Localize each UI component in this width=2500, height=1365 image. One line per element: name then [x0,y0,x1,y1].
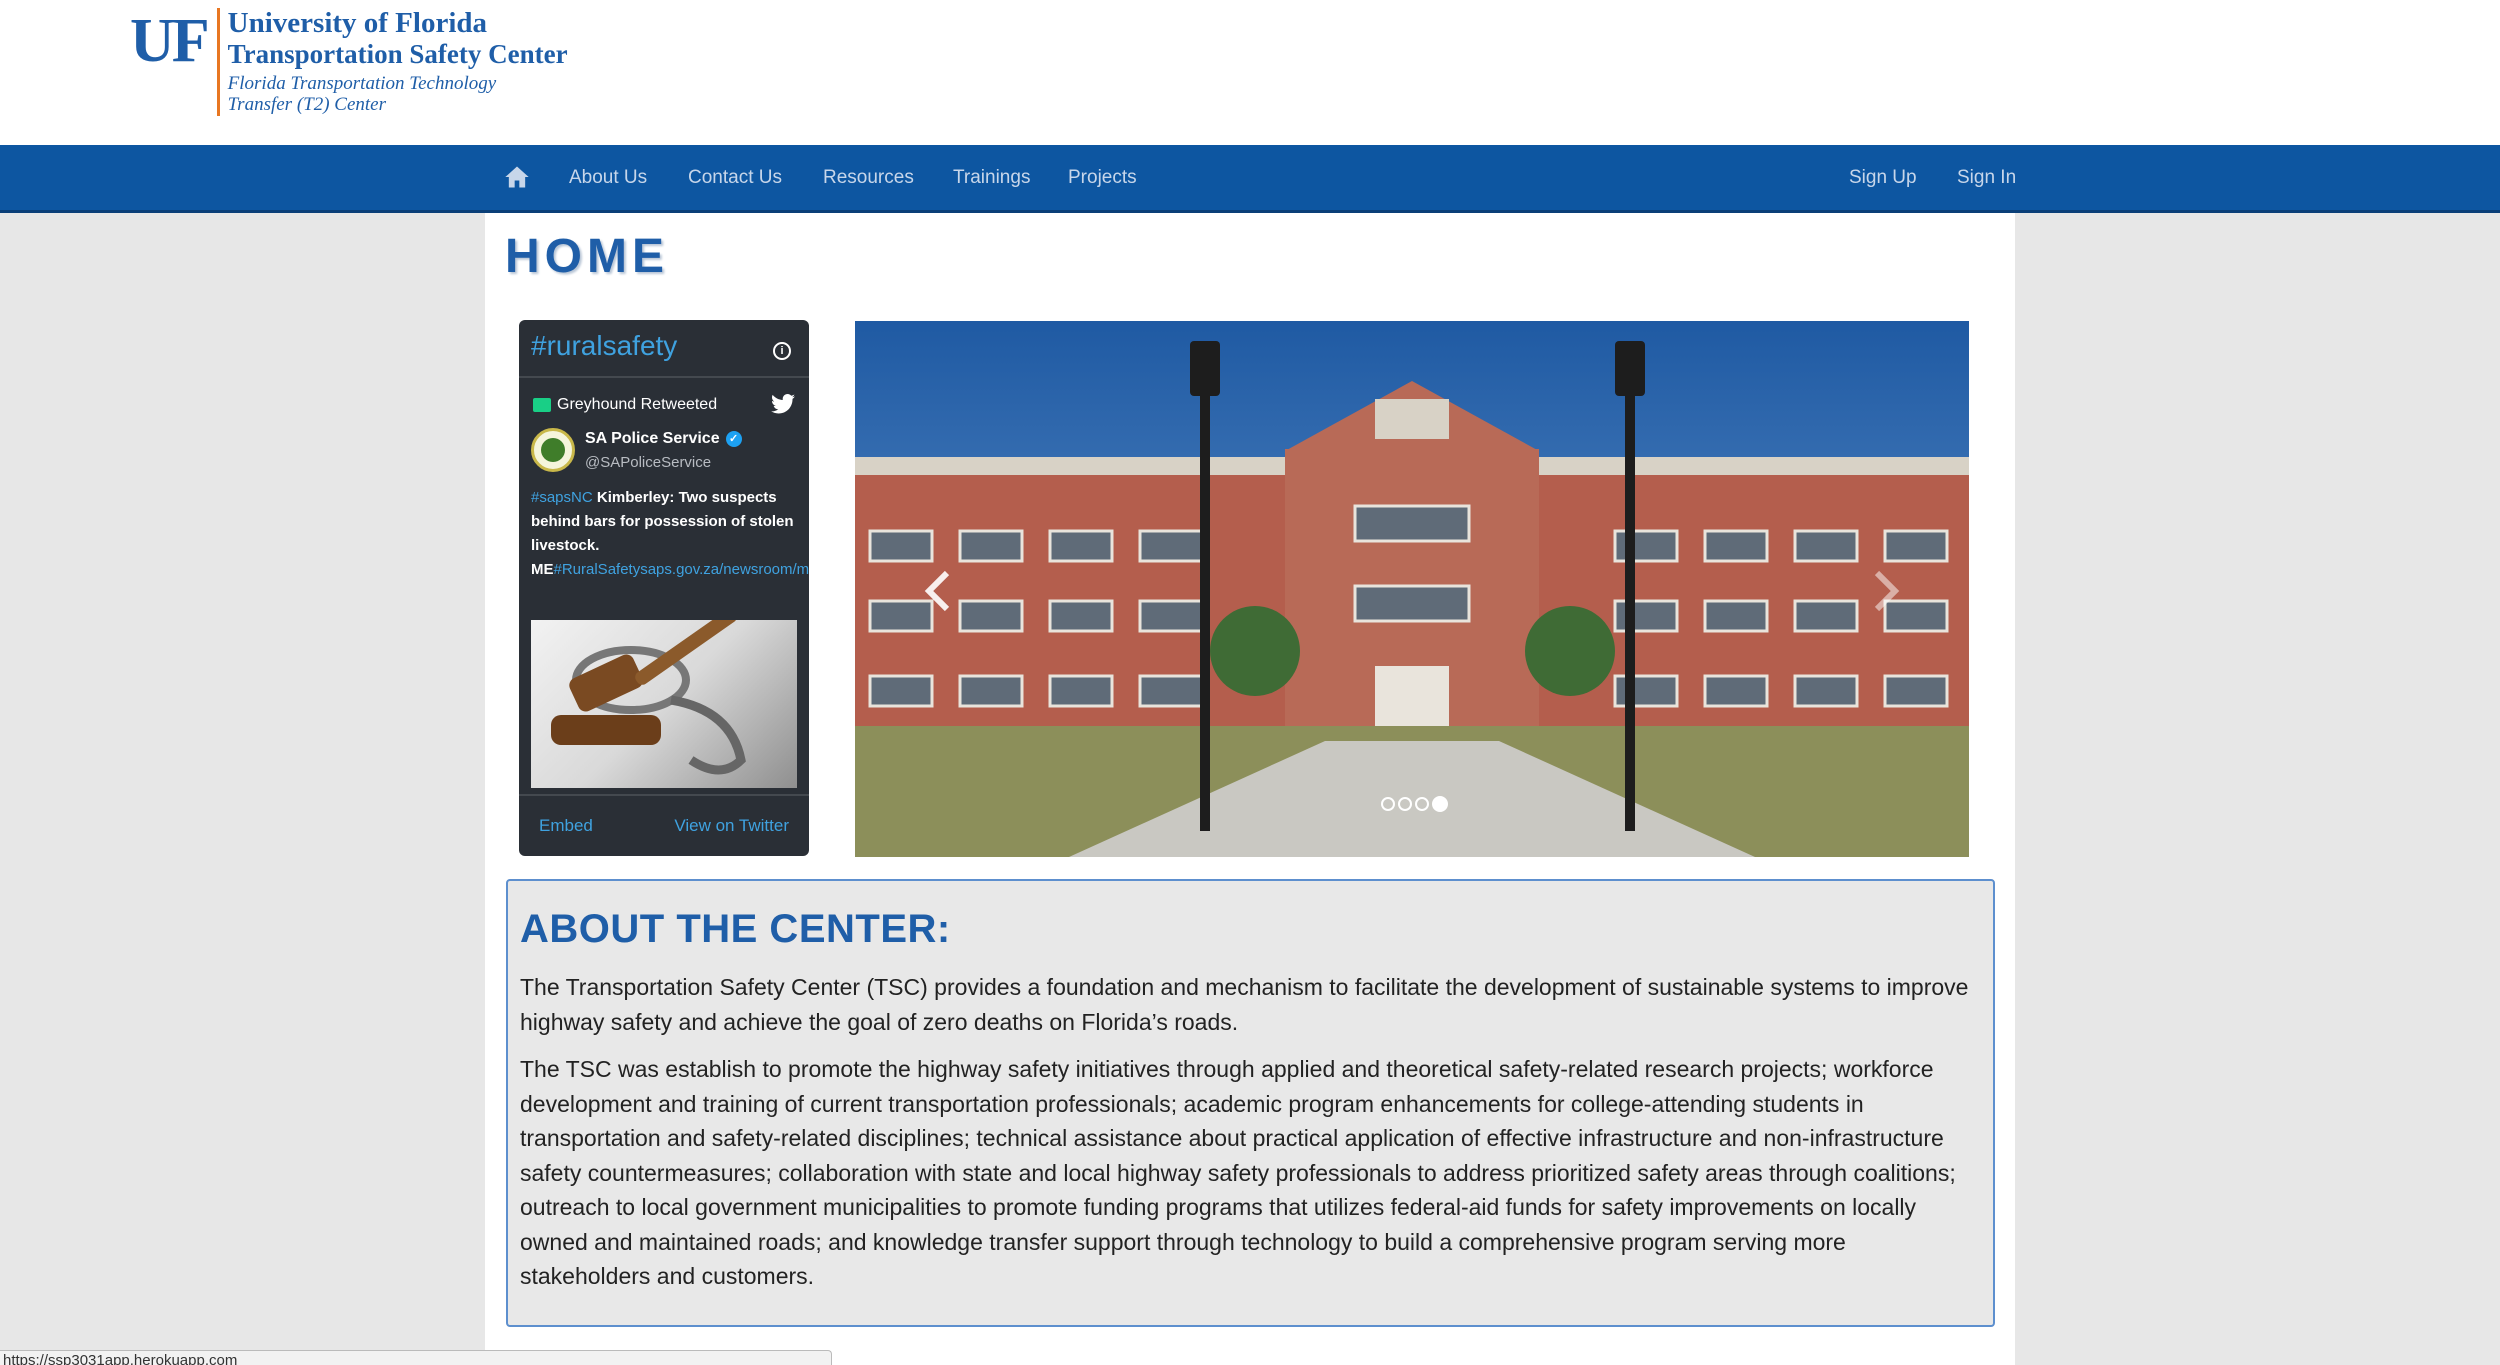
page-title: HOME [505,230,669,283]
main-navbar: About Us Contact Us Resources Trainings … [0,145,2500,213]
info-icon[interactable]: i [773,342,791,360]
tweet-hashtag-link[interactable]: #sapsNC [531,489,593,506]
nav-about-us[interactable]: About Us [569,145,647,210]
carousel-prev-arrow-icon[interactable] [923,569,953,613]
browser-status-bar: https://ssp3031app.herokuapp.com [0,1350,832,1365]
retweet-label: Greyhound Retweeted [557,396,718,413]
logo-subtitle-line1: Florida Transportation Technology [227,73,497,94]
twitter-hashtag-title[interactable]: #ruralsafety [531,330,677,362]
logo-text: University of Florida Transportation Saf… [227,7,568,116]
nav-sign-in[interactable]: Sign In [1957,145,2016,210]
about-paragraph-2: The TSC was establish to promote the hig… [520,1056,1956,1289]
carousel-dot-active[interactable] [1432,796,1448,812]
logo-center-name: Transportation Safety Center [227,39,568,69]
home-icon[interactable] [503,163,531,191]
author-name-row[interactable]: SA Police Service ✓ [585,430,742,448]
carousel-dot[interactable] [1381,797,1395,811]
tweet-url-link[interactable]: #RuralSafetysaps.gov.za/newsroom/msspe… [554,561,810,578]
twitter-widget-footer: Embed View on Twitter [519,794,809,856]
about-section: ABOUT THE CENTER: The Transportation Saf… [506,879,1995,1327]
twitter-widget-header: #ruralsafety i [519,320,809,378]
carousel-dot[interactable] [1398,797,1412,811]
author-avatar[interactable] [531,428,575,472]
uf-tsc-logo[interactable]: UF University of Florida Transportation … [130,8,568,120]
police-badge-icon [541,438,565,462]
author-name: SA Police Service [585,430,720,447]
author-handle[interactable]: @SAPoliceService [585,454,711,471]
retweet-indicator: Greyhound Retweeted [533,396,717,414]
logo-subtitle-line2: Transfer (T2) Center [227,94,387,115]
nav-projects[interactable]: Projects [1068,145,1137,210]
embed-link[interactable]: Embed [539,816,593,836]
logo-university: University of Florida [227,7,488,39]
retweet-icon [533,398,551,412]
main-content: HOME #ruralsafety i Greyhound Retweeted … [485,213,2015,1365]
about-heading: ABOUT THE CENTER: [520,907,951,951]
twitter-widget: #ruralsafety i Greyhound Retweeted SA Po… [519,320,809,856]
verified-badge-icon: ✓ [725,431,742,447]
nav-contact-us[interactable]: Contact Us [688,145,782,210]
carousel-dot[interactable] [1415,797,1429,811]
carousel-indicators [1381,796,1448,812]
nav-sign-up[interactable]: Sign Up [1849,145,1917,210]
building-photo [855,321,1969,857]
site-header: UF University of Florida Transportation … [0,0,2500,145]
carousel-next-arrow-icon[interactable] [1871,569,1901,613]
about-paragraph-1: The Transportation Safety Center (TSC) p… [520,974,1969,1035]
nav-trainings[interactable]: Trainings [953,145,1030,210]
tweet-image[interactable] [531,620,797,788]
logo-mark: UF [130,7,210,75]
view-on-twitter-link[interactable]: View on Twitter [674,816,789,836]
twitter-bird-icon[interactable] [771,394,795,414]
tweet-text: #sapsNC Kimberley: Two suspects behind b… [531,486,809,582]
nav-resources[interactable]: Resources [823,145,914,210]
logo-divider [216,8,220,116]
image-carousel[interactable] [855,321,1969,857]
gavel-handcuffs-image [551,620,746,775]
